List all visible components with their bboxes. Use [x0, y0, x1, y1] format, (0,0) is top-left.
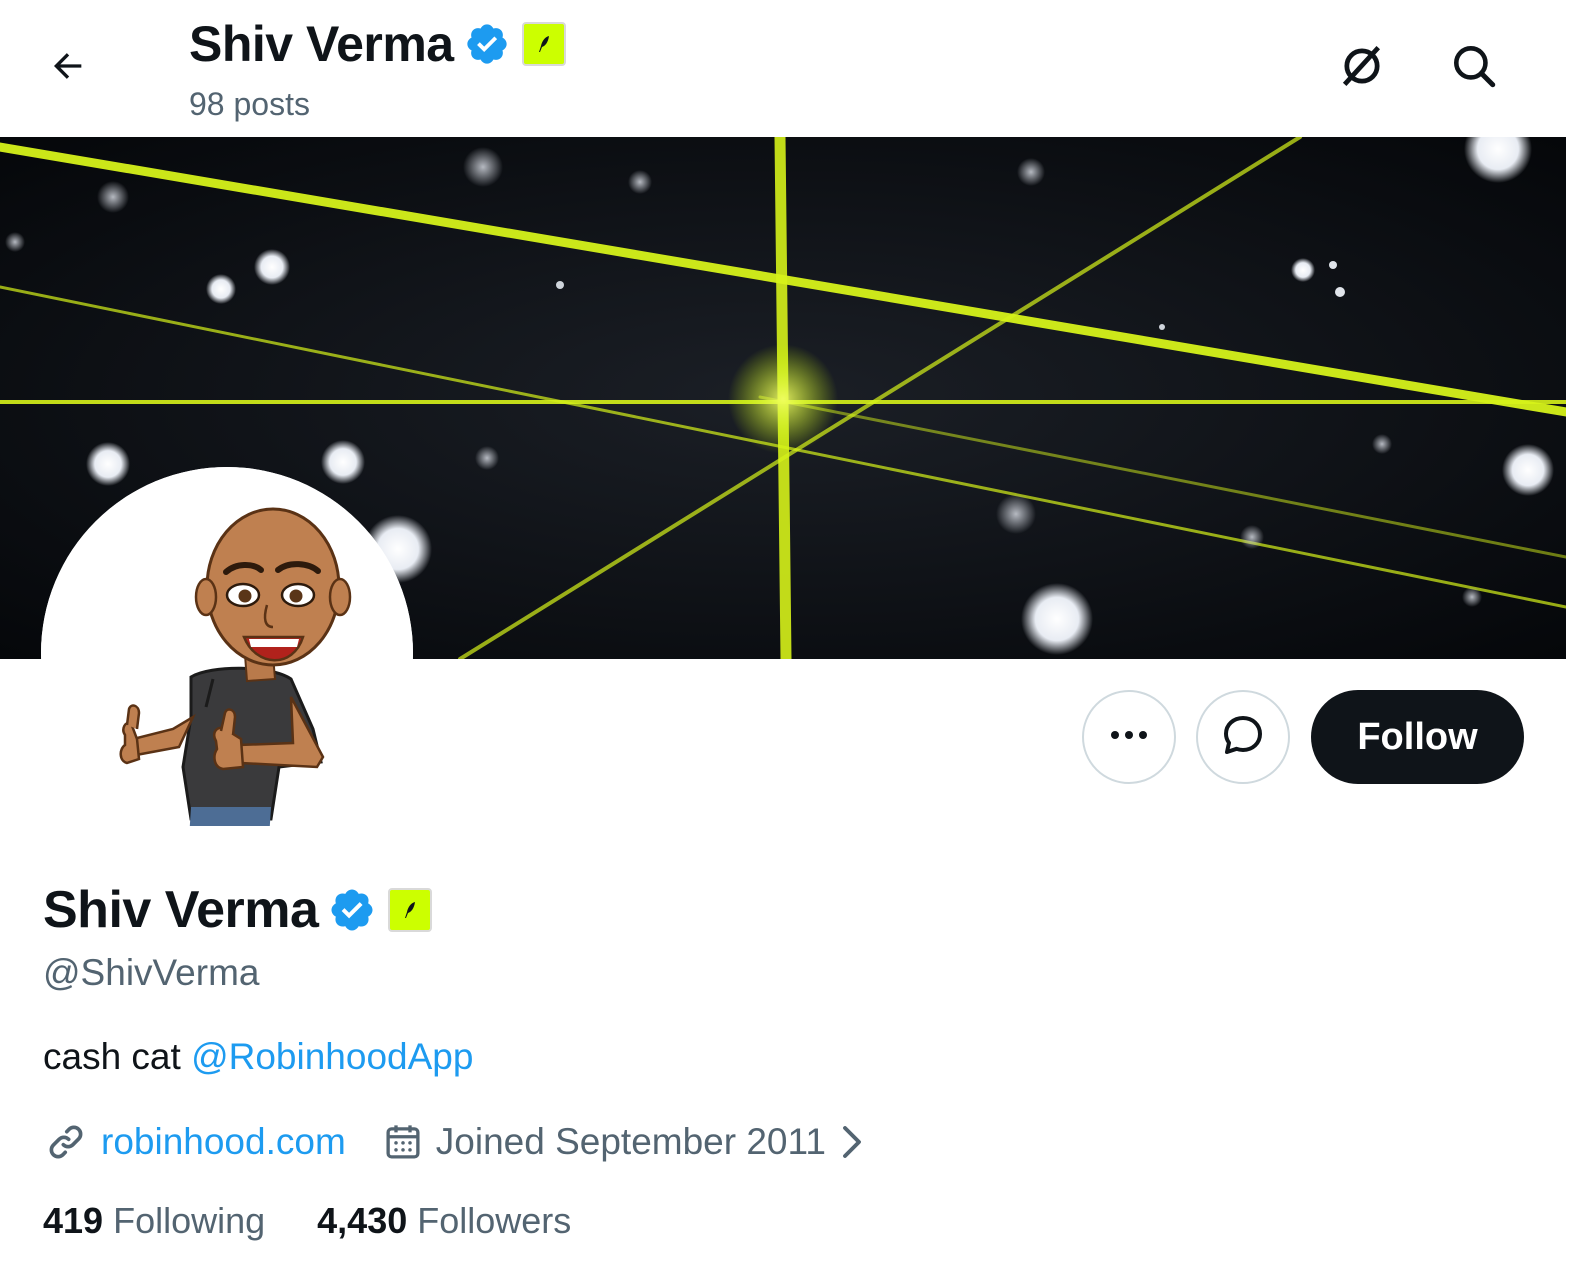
followers-count: 4,430	[317, 1200, 408, 1241]
avatar-image	[41, 467, 413, 839]
profile-avatar[interactable]	[41, 467, 413, 839]
more-options-button[interactable]	[1082, 690, 1176, 784]
followers-label: Followers	[417, 1200, 572, 1241]
link-icon	[43, 1119, 89, 1165]
posts-count: 98 posts	[189, 86, 310, 122]
robinhood-feather-icon[interactable]	[521, 22, 566, 66]
profile-stats: 419 Following 4,430 Followers	[43, 1198, 571, 1244]
message-bubble-icon	[1219, 711, 1267, 764]
back-button[interactable]	[36, 36, 100, 100]
more-dots-icon	[1109, 728, 1149, 746]
grok-icon	[1336, 40, 1388, 97]
grok-button[interactable]	[1330, 36, 1394, 100]
following-label: Following	[113, 1200, 266, 1241]
profile-name: Shiv Verma	[43, 881, 319, 939]
website-link[interactable]: robinhood.com	[101, 1121, 346, 1163]
followers-link[interactable]: 4,430 Followers	[317, 1198, 571, 1244]
robinhood-feather-icon[interactable]	[388, 888, 433, 932]
profile-name-row: Shiv Verma	[43, 878, 433, 942]
profile-handle: @ShivVerma	[43, 952, 260, 993]
profile-meta: robinhood.com Joined September 2011	[43, 1118, 870, 1166]
verified-badge-icon[interactable]	[328, 886, 376, 934]
profile-bio: cash cat @RobinhoodApp	[43, 1034, 473, 1080]
search-icon	[1449, 41, 1499, 96]
profile-page: Shiv Verma 98 posts Follow Shiv Verma @S…	[0, 0, 1576, 1276]
header-name: Shiv Verma	[189, 16, 454, 72]
follow-button[interactable]: Follow	[1311, 690, 1524, 784]
calendar-icon	[382, 1121, 424, 1163]
message-button[interactable]	[1196, 690, 1290, 784]
search-button[interactable]	[1442, 36, 1506, 100]
bio-text: cash cat	[43, 1036, 192, 1077]
avatar-bottom-edge	[0, 826, 460, 866]
joined-date: Joined September 2011	[435, 1121, 826, 1162]
verified-badge-icon[interactable]	[464, 21, 510, 67]
bio-mention-link[interactable]: @RobinhoodApp	[191, 1036, 473, 1077]
top-header: Shiv Verma 98 posts	[0, 0, 1576, 137]
following-link[interactable]: 419 Following	[43, 1198, 265, 1244]
following-count: 419	[43, 1200, 104, 1241]
chevron-right-icon[interactable]	[834, 1121, 870, 1163]
header-title: Shiv Verma	[189, 12, 566, 76]
arrow-left-icon	[48, 46, 88, 91]
